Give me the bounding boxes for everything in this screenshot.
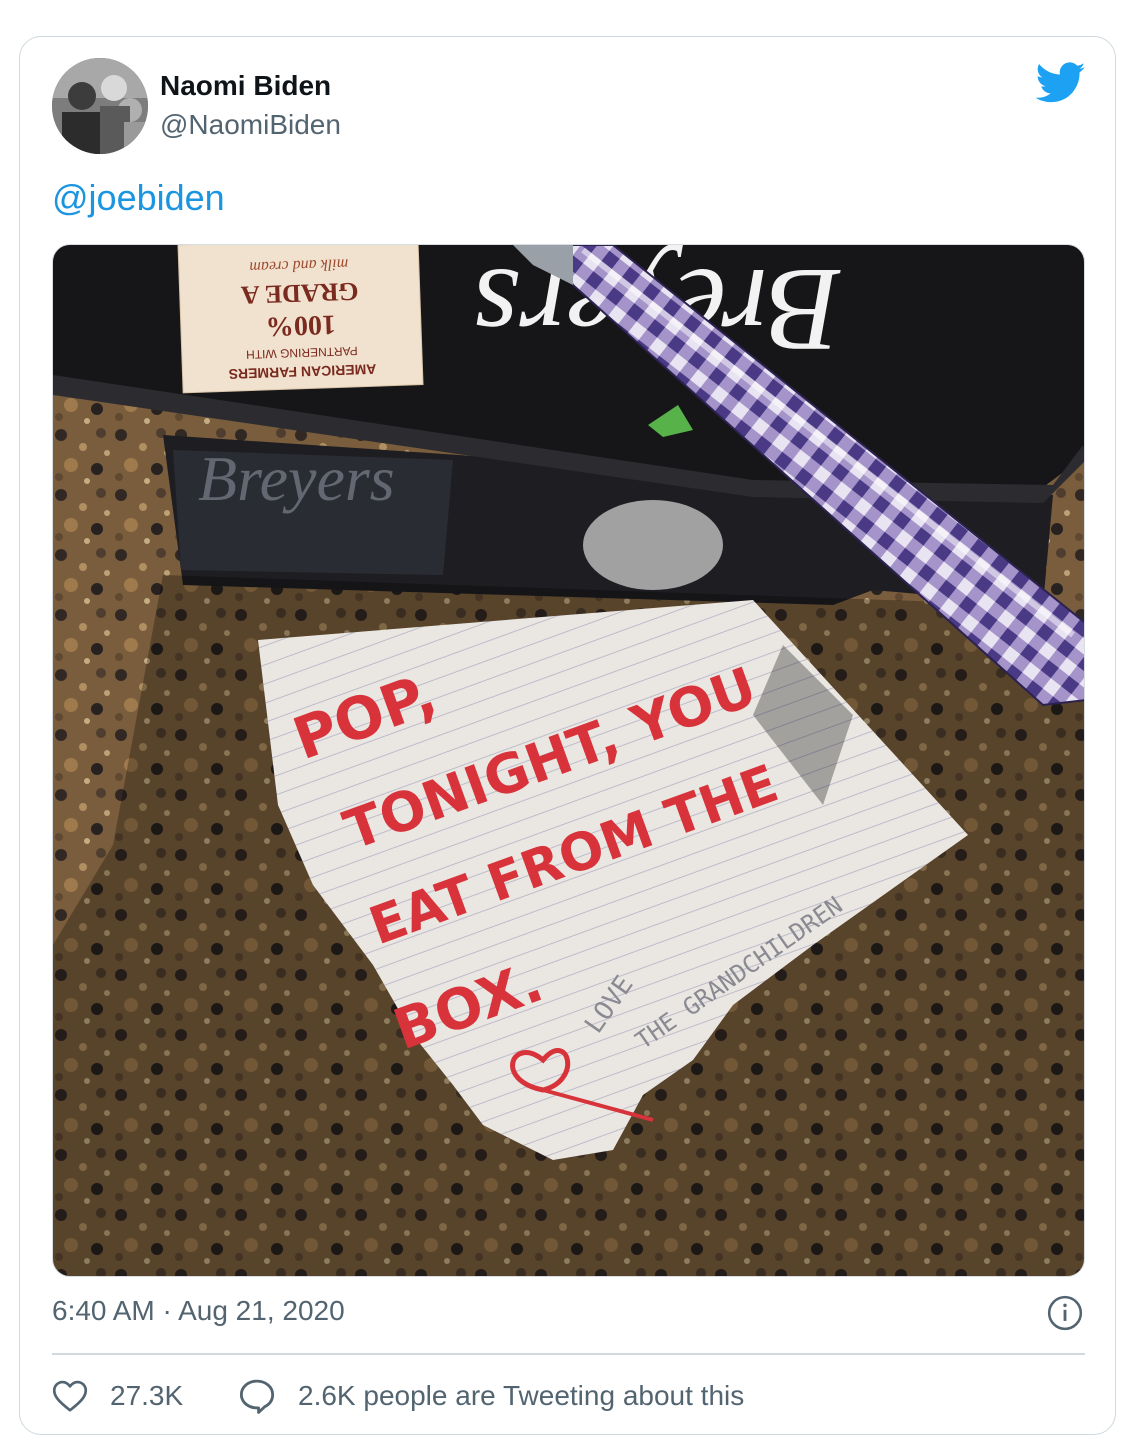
speech-bubble-icon[interactable] [238,1378,276,1414]
reply-count-text[interactable]: 2.6K people are Tweeting about this [298,1380,744,1412]
label-line-3: milk and cream [249,255,348,275]
mention-link[interactable]: @joebiden [52,177,225,219]
info-icon[interactable] [1046,1294,1084,1332]
tweet-photo[interactable]: Breyers Breyers milk and cream GRADE A 1… [52,244,1085,1277]
divider [52,1353,1085,1355]
avatar[interactable] [52,58,148,154]
heart-icon[interactable] [52,1379,88,1413]
like-count[interactable]: 27.3K [110,1380,183,1412]
container-side-brand: Breyers [198,443,395,514]
like-button[interactable]: 27.3K [52,1375,183,1417]
author-name[interactable]: Naomi Biden [160,70,331,102]
tweet-timestamp[interactable]: 6:40 AM · Aug 21, 2020 [52,1295,345,1327]
twitter-bird-icon[interactable] [1036,62,1086,104]
label-line-1: 100% [265,309,336,342]
tweeting-about-link[interactable]: 2.6K people are Tweeting about this [238,1375,744,1417]
author-handle[interactable]: @NaomiBiden [160,109,341,141]
label-line-2: GRADE A [240,277,359,310]
